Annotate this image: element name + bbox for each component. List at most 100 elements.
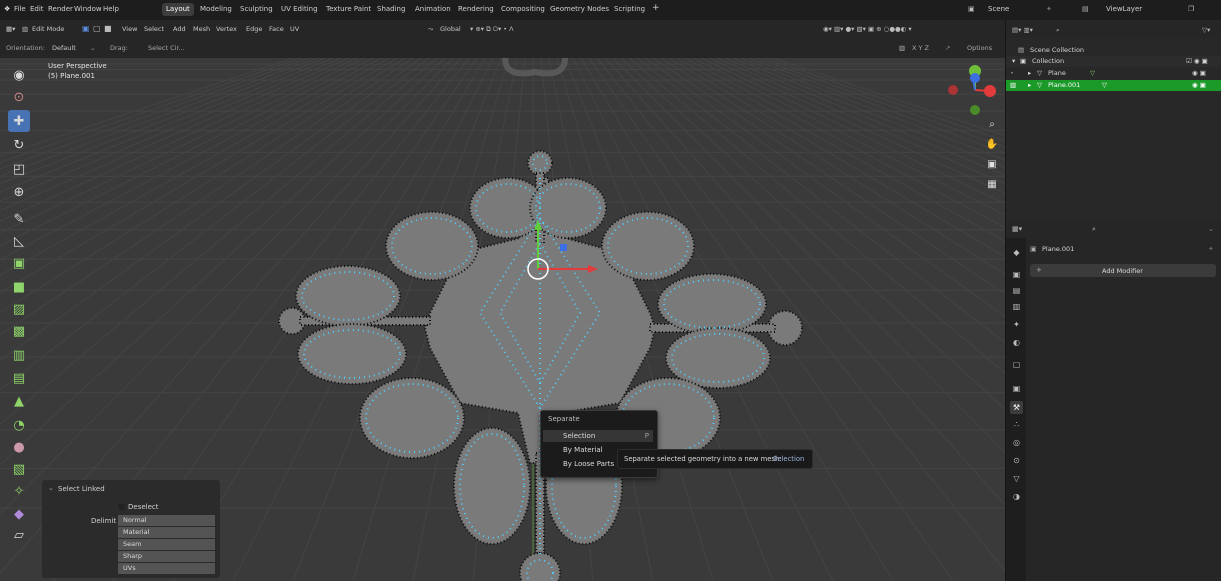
chevron-down-icon[interactable]: ⌄ <box>48 484 54 492</box>
visibility-icons[interactable]: ◉ ▣ <box>1192 69 1206 77</box>
mesh-data-icon[interactable]: ▽ <box>1102 81 1107 89</box>
pin-icon[interactable]: ✦ <box>1208 245 1214 253</box>
mirror-icon[interactable]: ▥ <box>899 44 905 52</box>
world-tab-icon[interactable]: ◐ <box>1010 336 1023 349</box>
menu-window[interactable]: Window <box>74 5 102 13</box>
shrink-tool-icon[interactable]: ✧ <box>8 480 30 502</box>
orientation-dropdown[interactable]: Default <box>52 44 76 52</box>
modifier-wrench-icon[interactable]: ⚒ <box>1010 401 1023 414</box>
annotate-tool-icon[interactable]: ✎ <box>8 208 30 230</box>
view-layer-tab-icon[interactable]: ▥ <box>1010 300 1023 313</box>
constraints-tab-icon[interactable]: ⊙ <box>1010 454 1023 467</box>
search-icon[interactable]: ⌕ <box>1056 26 1060 35</box>
menu-add[interactable]: Add <box>173 25 186 33</box>
edit-mode-icon[interactable]: ▧ <box>1010 81 1016 89</box>
menu-help[interactable]: Help <box>103 5 119 13</box>
add-workspace-button[interactable]: + <box>652 3 660 13</box>
expand-arrow-icon[interactable]: ▸ <box>1028 81 1031 89</box>
collection-tab-icon[interactable]: ▢ <box>1010 358 1023 371</box>
properties-editor-icon[interactable]: ▦▾ <box>1012 225 1022 233</box>
poly-build-tool-icon[interactable]: ▲ <box>8 390 30 412</box>
measure-tool-icon[interactable]: ◺ <box>8 230 30 252</box>
tab-modeling[interactable]: Modeling <box>196 3 236 16</box>
grid-perspective-icon[interactable]: ▦ <box>983 175 1001 193</box>
data-tab-icon[interactable]: ▽ <box>1010 472 1023 485</box>
shear-tool-icon[interactable]: ◆ <box>8 503 30 525</box>
edge-select-icon[interactable]: ▢ <box>93 24 101 33</box>
separate-selection-item[interactable]: Selection P <box>543 430 653 442</box>
knife-tool-icon[interactable]: ▤ <box>8 367 30 389</box>
rotate-tool-icon[interactable]: ↻ <box>8 134 30 156</box>
tool-tab-icon[interactable]: ◆ <box>1010 246 1023 259</box>
bevel-tool-icon[interactable]: ▩ <box>8 320 30 342</box>
delimit-uvs[interactable]: UVs <box>118 563 215 574</box>
collection-label[interactable]: Collection <box>1032 57 1064 65</box>
scene-collection-label[interactable]: Scene Collection <box>1030 46 1084 54</box>
menu-edit[interactable]: Edit <box>30 5 44 13</box>
menu-view[interactable]: View <box>122 25 137 33</box>
scale-tool-icon[interactable]: ◰ <box>8 158 30 180</box>
transform-orientation[interactable]: Global <box>440 25 461 33</box>
new-view-layer-icon[interactable]: ❐ <box>1188 5 1194 13</box>
mode-selector[interactable]: Edit Mode <box>32 25 64 33</box>
visibility-icons[interactable]: ◉▾ ▨▾ ●▾ ▧▾ ▣ ⊕ ○●●◐ ▾ <box>823 25 912 33</box>
delimit-normal[interactable]: Normal <box>118 515 215 526</box>
pivot-icon[interactable]: ▾ ⊕▾ ⧉ ⭘▾ • Λ <box>470 25 514 34</box>
operator-title[interactable]: Select Linked <box>58 485 105 493</box>
add-cube-tool-icon[interactable]: ▣ <box>8 252 30 274</box>
menu-vertex[interactable]: Vertex <box>216 25 237 33</box>
tab-shading[interactable]: Shading <box>373 3 409 16</box>
face-select-icon[interactable]: ■ <box>104 24 112 33</box>
edge-slide-tool-icon[interactable]: ▧ <box>8 458 30 480</box>
options-dropdown[interactable]: Options <box>967 44 992 52</box>
menu-file[interactable]: File <box>14 5 26 13</box>
filter-icon[interactable]: ▽▾ <box>1202 26 1210 34</box>
viewlayer-icon[interactable]: ▤ <box>1082 5 1089 13</box>
tab-texture-paint[interactable]: Texture Paint <box>322 3 375 16</box>
mesh-data-icon[interactable]: ▽ <box>1090 69 1095 77</box>
smooth-tool-icon[interactable]: ● <box>8 436 30 458</box>
menu-face[interactable]: Face <box>269 25 284 33</box>
cursor-tool-icon[interactable]: ⊙ <box>8 86 30 108</box>
output-tab-icon[interactable]: ▤ <box>1010 284 1023 297</box>
zoom-icon[interactable]: ⌕ <box>983 115 1001 133</box>
move-tool-icon[interactable]: ✚ <box>8 110 30 132</box>
blender-logo-icon[interactable]: ❖ <box>4 5 10 13</box>
edit-dot-icon[interactable]: • <box>1010 69 1014 77</box>
spin-tool-icon[interactable]: ◔ <box>8 414 30 436</box>
visibility-icons[interactable]: ☑ ◉ ▣ <box>1186 57 1208 65</box>
snap-icon[interactable]: ↗ <box>945 44 950 52</box>
add-modifier-button[interactable]: + Add Modifier <box>1030 264 1216 277</box>
outliner-item-plane[interactable]: Plane <box>1048 69 1066 77</box>
particles-tab-icon[interactable]: ∴ <box>1010 418 1023 431</box>
pan-hand-icon[interactable]: ✋ <box>983 135 1001 153</box>
extrude-tool-icon[interactable]: ■ <box>8 276 30 298</box>
visibility-icons[interactable]: ◉ ▣ <box>1192 81 1206 89</box>
menu-uv[interactable]: UV <box>290 25 299 33</box>
menu-select[interactable]: Select <box>144 25 164 33</box>
transform-tool-icon[interactable]: ⊕ <box>8 181 30 203</box>
view-layer-selector[interactable]: ViewLayer <box>1106 5 1142 13</box>
scene-selector[interactable]: Scene <box>988 5 1009 13</box>
delimit-sharp[interactable]: Sharp <box>118 551 215 562</box>
tab-layout[interactable]: Layout <box>162 3 194 16</box>
tab-scripting[interactable]: Scripting <box>610 3 649 16</box>
pin-icon[interactable]: ✦ <box>1046 5 1052 13</box>
delimit-material[interactable]: Material <box>118 527 215 538</box>
physics-tab-icon[interactable]: ◎ <box>1010 436 1023 449</box>
render-tab-icon[interactable]: ▣ <box>1010 268 1023 281</box>
mirror-axes[interactable]: X Y Z <box>912 44 929 52</box>
delimit-seam[interactable]: Seam <box>118 539 215 550</box>
expand-arrow-icon[interactable]: ▸ <box>1028 69 1031 77</box>
tab-uv-editing[interactable]: UV Editing <box>277 3 322 16</box>
editor-type-icon[interactable]: ▦▾ <box>6 25 15 33</box>
checkbox-icon[interactable]: ■ <box>118 502 126 511</box>
collapse-arrow-icon[interactable]: ▾ <box>1012 57 1015 65</box>
material-tab-icon[interactable]: ◑ <box>1010 490 1023 503</box>
vertex-select-icon[interactable]: ▣ <box>82 24 90 33</box>
loop-cut-tool-icon[interactable]: ▥ <box>8 344 30 366</box>
tab-animation[interactable]: Animation <box>411 3 455 16</box>
chevron-down-icon[interactable]: ⌄ <box>1208 225 1214 233</box>
object-tab-icon[interactable]: ▣ <box>1010 382 1023 395</box>
tweak-tool-icon[interactable]: ◉ <box>8 64 30 86</box>
